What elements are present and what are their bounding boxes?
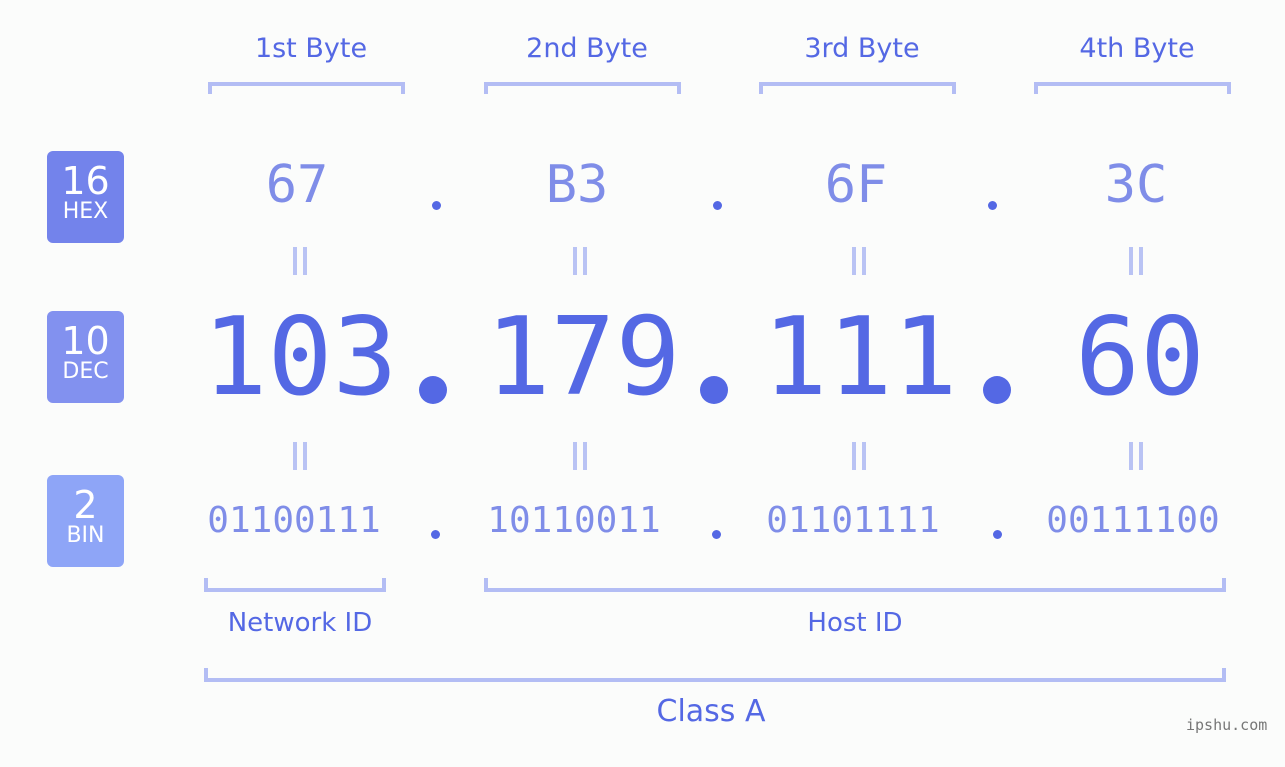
hex-base: 16: [61, 159, 110, 203]
dec-badge: 10 DEC: [47, 311, 124, 403]
dec-byte-3: 111: [762, 295, 958, 420]
equals-icon: [1129, 442, 1143, 470]
bin-label: BIN: [66, 523, 105, 548]
bin-byte-3: 01101111: [766, 500, 940, 541]
bin-dot-3: [993, 530, 1002, 539]
byte-bracket-2: [484, 82, 681, 94]
bin-base: 2: [73, 483, 98, 527]
host-id-bracket: [484, 578, 1226, 592]
bin-badge: 2 BIN: [47, 475, 124, 567]
equals-icon: [293, 442, 307, 470]
bin-byte-2: 10110011: [487, 500, 661, 541]
dec-dot-3: [983, 376, 1011, 404]
byte-bracket-3: [759, 82, 956, 94]
equals-icon: [1129, 247, 1143, 275]
class-bracket: [204, 668, 1226, 682]
equals-icon: [852, 442, 866, 470]
hex-badge: 16 HEX: [47, 151, 124, 243]
byte-header-3: 3rd Byte: [804, 33, 920, 64]
hex-byte-4: 3C: [1104, 155, 1168, 215]
hex-dot-3: [988, 201, 997, 210]
bin-byte-1: 01100111: [207, 500, 381, 541]
hex-label: HEX: [62, 199, 109, 224]
network-id-label: Network ID: [227, 608, 373, 638]
byte-header-1: 1st Byte: [254, 33, 368, 64]
class-label: Class A: [656, 694, 766, 729]
byte-header-4: 4th Byte: [1079, 33, 1195, 64]
bin-dot-2: [712, 530, 721, 539]
hex-dot-2: [713, 201, 722, 210]
host-id-label: Host ID: [807, 608, 903, 638]
byte-header-2: 2nd Byte: [526, 33, 648, 64]
byte-bracket-1: [208, 82, 405, 94]
bin-byte-4: 00111100: [1046, 500, 1220, 541]
hex-dot-1: [432, 201, 441, 210]
dec-byte-4: 60: [1074, 295, 1206, 420]
dec-byte-1: 103: [202, 295, 398, 420]
dec-dot-2: [700, 376, 728, 404]
dec-byte-2: 179: [485, 295, 681, 420]
equals-icon: [293, 247, 307, 275]
hex-byte-1: 67: [265, 155, 329, 215]
dec-dot-1: [419, 376, 447, 404]
byte-bracket-4: [1034, 82, 1231, 94]
bin-dot-1: [431, 530, 440, 539]
dec-base: 10: [61, 319, 110, 363]
equals-icon: [573, 442, 587, 470]
network-id-bracket: [204, 578, 386, 592]
hex-byte-2: B3: [545, 155, 609, 215]
dec-label: DEC: [62, 359, 109, 384]
equals-icon: [573, 247, 587, 275]
hex-byte-3: 6F: [824, 155, 888, 215]
watermark: ipshu.com: [1186, 716, 1268, 734]
equals-icon: [852, 247, 866, 275]
